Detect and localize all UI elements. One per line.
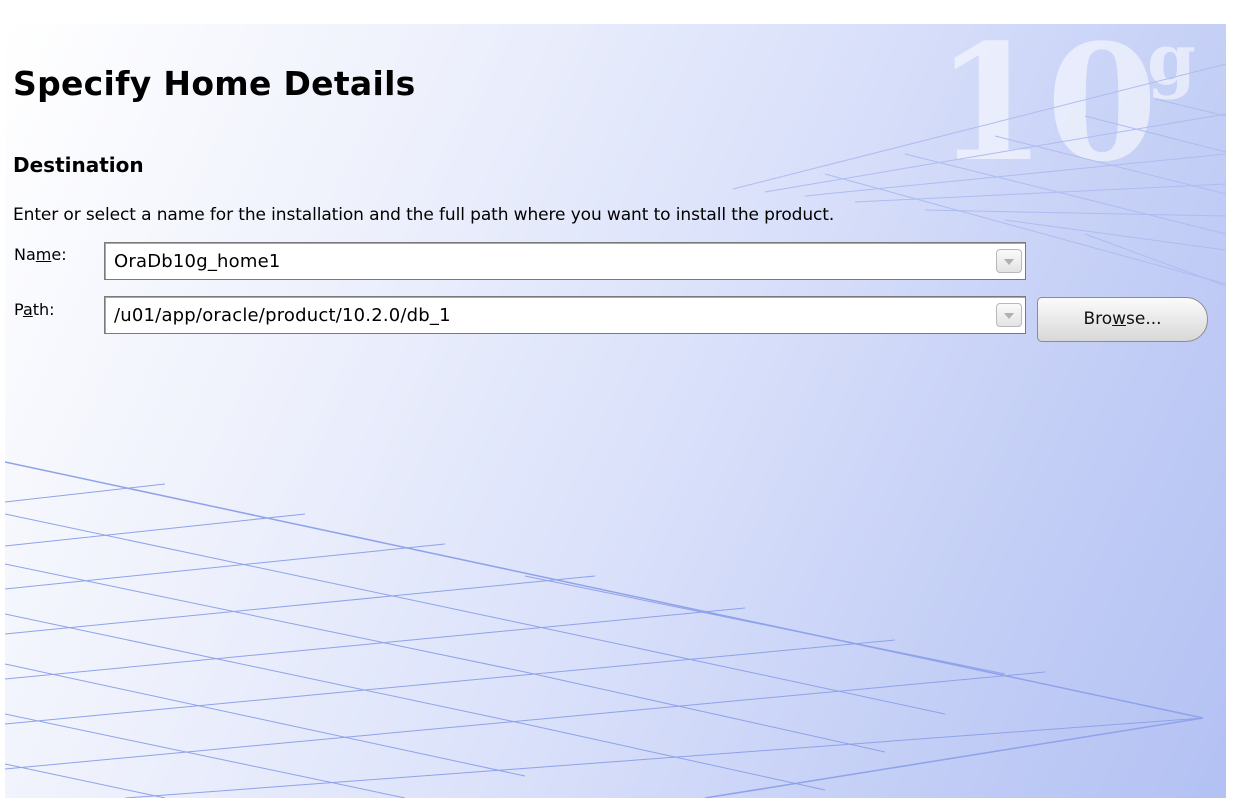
svg-text:10: 10 bbox=[935, 24, 1158, 197]
path-label: Path: bbox=[14, 300, 55, 319]
page-title: Specify Home Details bbox=[13, 64, 416, 103]
destination-instructions: Enter or select a name for the installat… bbox=[13, 205, 835, 225]
destination-section-title: Destination bbox=[13, 153, 144, 177]
name-dropdown-button[interactable] bbox=[996, 249, 1022, 273]
chevron-down-icon bbox=[1004, 259, 1014, 265]
path-dropdown-button[interactable] bbox=[996, 303, 1022, 327]
installer-page: 10 g Specify Home Details Destination En… bbox=[5, 24, 1226, 798]
name-value[interactable]: OraDb10g_home1 bbox=[114, 251, 281, 272]
chevron-down-icon bbox=[1004, 313, 1014, 319]
lower-grid-plane bbox=[5, 461, 1204, 798]
path-combobox[interactable]: /u01/app/oracle/product/10.2.0/db_1 bbox=[104, 296, 1026, 334]
path-value[interactable]: /u01/app/oracle/product/10.2.0/db_1 bbox=[114, 305, 451, 326]
background-decoration: 10 g bbox=[5, 24, 1226, 798]
browse-button-label: Browse... bbox=[1083, 309, 1162, 329]
browse-button[interactable]: Browse... bbox=[1037, 297, 1208, 342]
svg-text:g: g bbox=[1147, 24, 1196, 101]
name-label: Name: bbox=[14, 245, 67, 264]
name-combobox[interactable]: OraDb10g_home1 bbox=[104, 242, 1026, 280]
